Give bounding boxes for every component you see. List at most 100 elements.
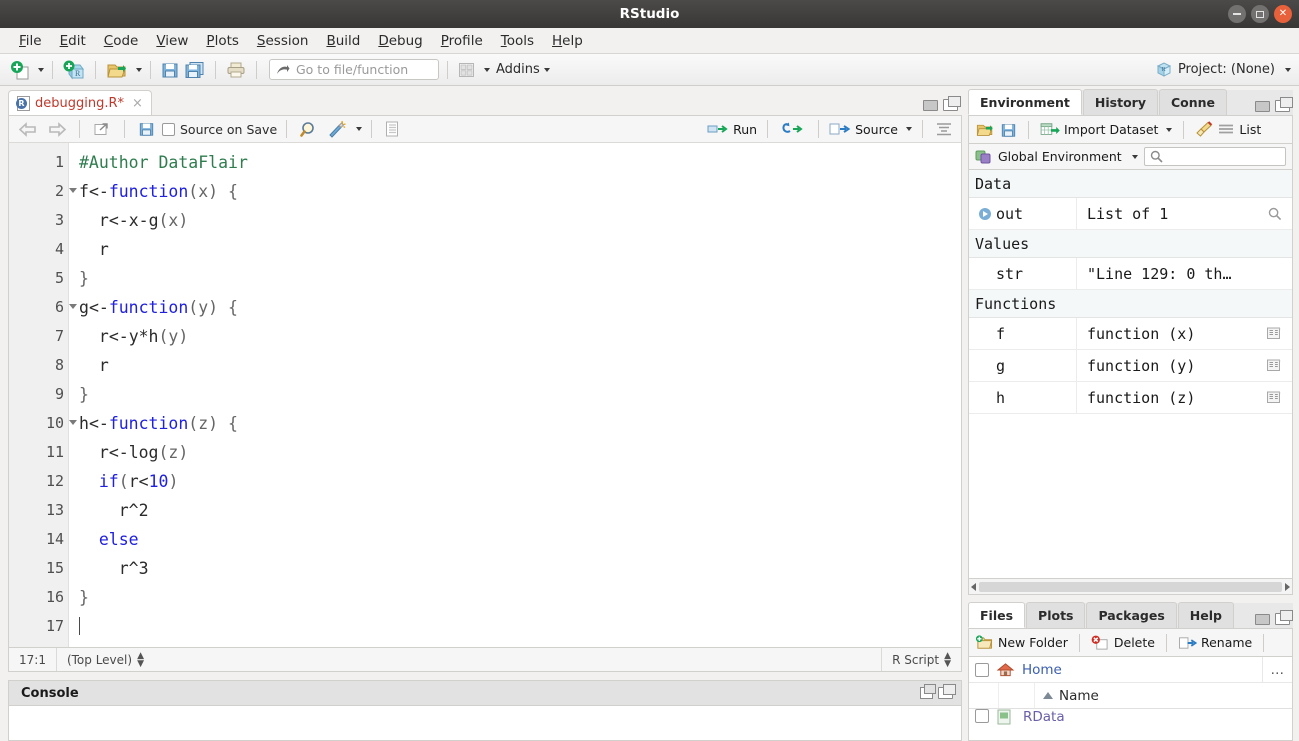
code-tools-icon[interactable]	[325, 120, 349, 138]
minimize-pane-icon[interactable]	[920, 684, 936, 699]
tab-environment[interactable]: Environment	[968, 89, 1082, 115]
menu-edit[interactable]: Edit	[51, 31, 95, 51]
view-data-icon[interactable]	[1268, 207, 1282, 221]
maximize-pane-icon[interactable]	[943, 96, 961, 111]
source-on-save-checkbox[interactable]	[162, 122, 175, 136]
save-all-icon[interactable]	[183, 58, 207, 82]
breadcrumb-more-button[interactable]: …	[1261, 657, 1293, 682]
tab-packages[interactable]: Packages	[1086, 602, 1177, 628]
clear-broom-icon[interactable]	[1195, 121, 1213, 138]
maximize-pane-icon[interactable]	[1275, 97, 1293, 112]
global-environment-label[interactable]: Global Environment	[998, 149, 1122, 164]
forward-arrow-icon[interactable]	[44, 121, 70, 137]
source-on-save-toggle[interactable]: Source on Save	[162, 122, 277, 137]
scroll-thumb[interactable]	[979, 581, 1282, 592]
print-icon[interactable]	[224, 58, 248, 82]
console-output[interactable]	[8, 706, 962, 741]
goto-file-function-input[interactable]: Go to file/function	[269, 59, 439, 80]
code-line[interactable]: }	[79, 380, 961, 409]
scope-selector[interactable]: (Top Level) ▲ ▼	[57, 648, 154, 671]
environment-row[interactable]: out List of 1	[969, 198, 1292, 230]
maximize-pane-icon[interactable]	[938, 684, 956, 699]
code-line[interactable]: #Author DataFlair	[79, 148, 961, 177]
environment-row[interactable]: f function (x)	[969, 318, 1292, 350]
scroll-right-icon[interactable]	[1285, 582, 1290, 591]
menu-tools[interactable]: Tools	[492, 31, 543, 51]
tab-connections[interactable]: Conne	[1158, 89, 1228, 115]
view-function-icon[interactable]	[1266, 390, 1282, 405]
new-file-dropdown-icon[interactable]	[38, 67, 44, 72]
minimize-button[interactable]	[1228, 5, 1246, 23]
code-line[interactable]	[79, 612, 961, 641]
tab-history[interactable]: History	[1082, 89, 1158, 115]
code-line[interactable]: r<-y*h(y)	[79, 322, 961, 351]
filetype-selector[interactable]: R Script ▲ ▼	[882, 648, 961, 671]
source-dropdown-icon[interactable]	[906, 127, 912, 131]
code-editor[interactable]: 1 2 3 4 5 6 7 8 9 10 11 12 13 14 15 16 17 #Author DataFl…	[8, 143, 962, 648]
show-in-new-window-icon[interactable]	[89, 121, 115, 137]
code-line[interactable]: else	[79, 525, 961, 554]
rerun-icon[interactable]	[778, 122, 808, 136]
code-line[interactable]: r	[79, 235, 961, 264]
environment-row[interactable]: str "Line 129: 0 th…	[969, 258, 1292, 290]
code-fold-icon[interactable]	[69, 304, 77, 309]
code-line[interactable]: h<-function(z) {	[79, 409, 961, 438]
outline-icon[interactable]	[933, 122, 955, 136]
new-project-icon[interactable]: R	[61, 58, 87, 82]
code-line[interactable]: r<-log(z)	[79, 438, 961, 467]
project-selector[interactable]: R Project: (None)	[1155, 61, 1291, 78]
tab-help[interactable]: Help	[1177, 602, 1234, 628]
list-label[interactable]: List	[1239, 122, 1261, 137]
code-line[interactable]: r	[79, 351, 961, 380]
menu-code[interactable]: Code	[95, 31, 148, 51]
find-icon[interactable]	[296, 121, 322, 138]
menu-plots[interactable]: Plots	[197, 31, 248, 51]
view-function-icon[interactable]	[1266, 358, 1282, 373]
workspace-panes-icon[interactable]	[456, 58, 478, 82]
code-fold-icon[interactable]	[69, 420, 77, 425]
environment-row[interactable]: h function (z)	[969, 382, 1292, 414]
menu-build[interactable]: Build	[317, 31, 369, 51]
code-line[interactable]: if(r<10)	[79, 467, 961, 496]
close-icon[interactable]: ×	[132, 96, 143, 111]
code-line[interactable]: }	[79, 583, 961, 612]
file-name[interactable]: RData	[1023, 709, 1065, 725]
menu-file[interactable]: File	[10, 31, 51, 51]
maximize-button[interactable]	[1251, 5, 1269, 23]
save-workspace-icon[interactable]	[1000, 122, 1017, 138]
files-row[interactable]: RData	[969, 709, 1292, 731]
save-icon[interactable]	[134, 121, 159, 137]
header-name-column[interactable]: Name	[1035, 688, 1292, 704]
editor-tab-debugging-r[interactable]: R debugging.R* ×	[8, 90, 152, 115]
code-line[interactable]: g<-function(y) {	[79, 293, 961, 322]
import-dataset-button[interactable]: Import Dataset	[1040, 122, 1173, 138]
code-line[interactable]: r^3	[79, 554, 961, 583]
scroll-left-icon[interactable]	[971, 582, 976, 591]
document-outline-icon[interactable]	[381, 121, 403, 137]
select-all-checkbox[interactable]	[975, 662, 989, 677]
menu-view[interactable]: View	[147, 31, 197, 51]
minimize-pane-icon[interactable]	[923, 99, 938, 111]
tab-plots[interactable]: Plots	[1026, 602, 1086, 628]
minimize-pane-icon[interactable]	[1255, 100, 1270, 112]
environment-search-input[interactable]	[1143, 147, 1286, 166]
back-arrow-icon[interactable]	[15, 121, 41, 137]
menu-session[interactable]: Session	[248, 31, 318, 51]
open-file-icon[interactable]	[104, 58, 130, 82]
environment-dropdown-icon[interactable]	[1131, 154, 1138, 159]
addins-button[interactable]: Addins	[496, 62, 550, 77]
new-file-icon[interactable]	[8, 58, 32, 82]
menu-debug[interactable]: Debug	[369, 31, 431, 51]
menu-profile[interactable]: Profile	[432, 31, 492, 51]
rename-button[interactable]: Rename	[1178, 635, 1252, 651]
maximize-pane-icon[interactable]	[1275, 610, 1293, 625]
expand-icon[interactable]	[979, 207, 991, 220]
run-button[interactable]: Run	[707, 122, 757, 137]
list-view-icon[interactable]	[1218, 123, 1234, 137]
code-line[interactable]: r<-x-g(x)	[79, 206, 961, 235]
code-line[interactable]: r^2	[79, 496, 961, 525]
code-content[interactable]: #Author DataFlair f<-function(x) { r<-x-g…	[69, 143, 961, 647]
panes-dropdown-icon[interactable]	[484, 67, 490, 72]
environment-horizontal-scrollbar[interactable]	[968, 579, 1293, 595]
source-button[interactable]: Source	[829, 122, 912, 137]
